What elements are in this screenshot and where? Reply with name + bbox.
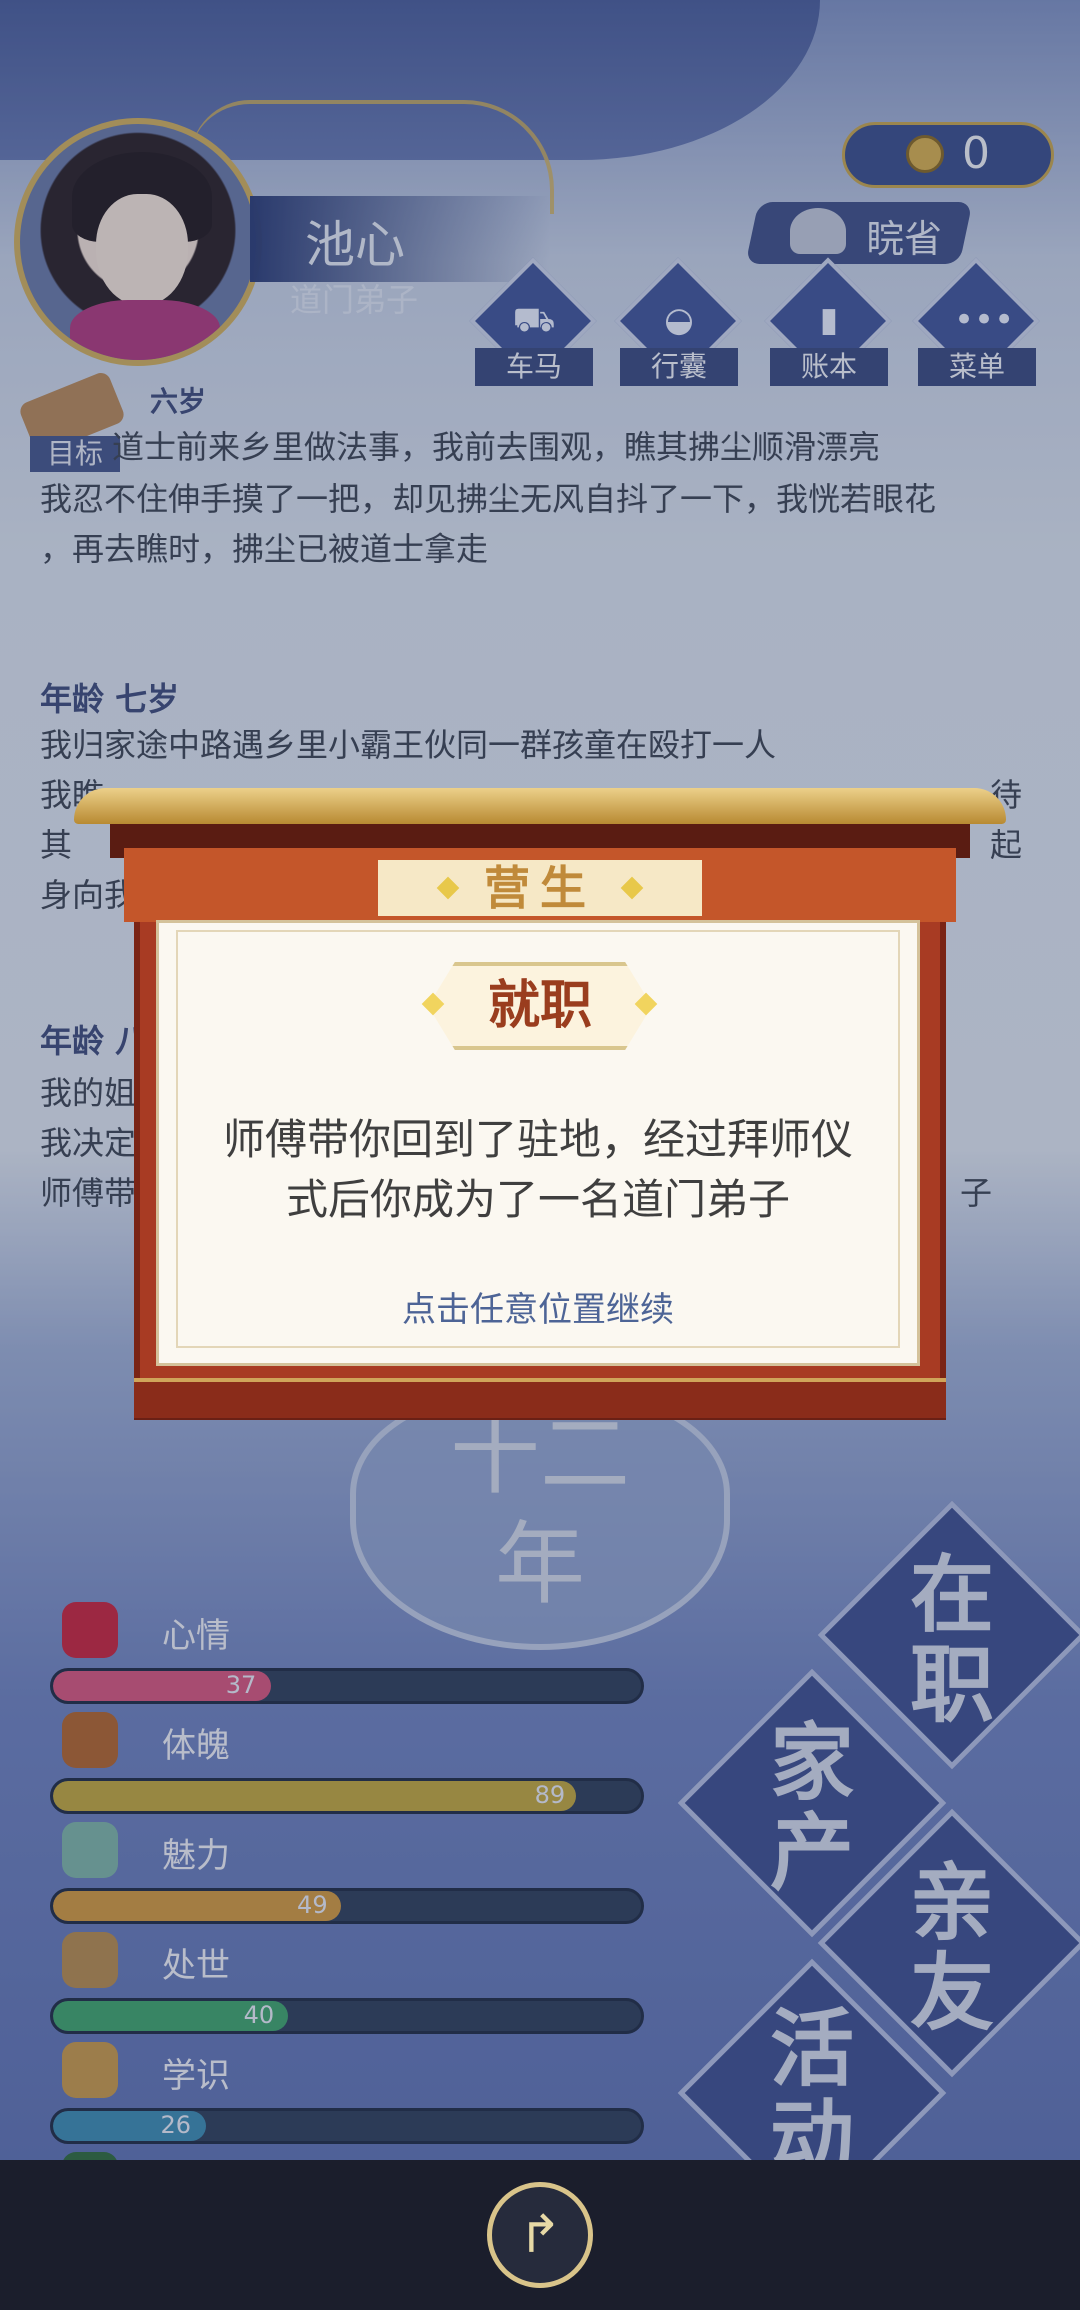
modal-subtitle: 就职 bbox=[487, 976, 592, 1036]
modal-title: 营生 bbox=[484, 861, 596, 915]
modal-message-line: 式后你成为了一名道门弟子 bbox=[285, 1175, 790, 1224]
continue-hint[interactable]: 点击任意位置继续 bbox=[156, 1282, 920, 1331]
share-button[interactable]: ↱ bbox=[487, 2182, 593, 2288]
modal-roof bbox=[74, 788, 1006, 824]
modal-base bbox=[134, 1378, 946, 1418]
modal-message-line: 师傅带你回到了驻地，经过拜师仪 bbox=[222, 1115, 853, 1164]
share-icon: ↱ bbox=[518, 2205, 562, 2265]
